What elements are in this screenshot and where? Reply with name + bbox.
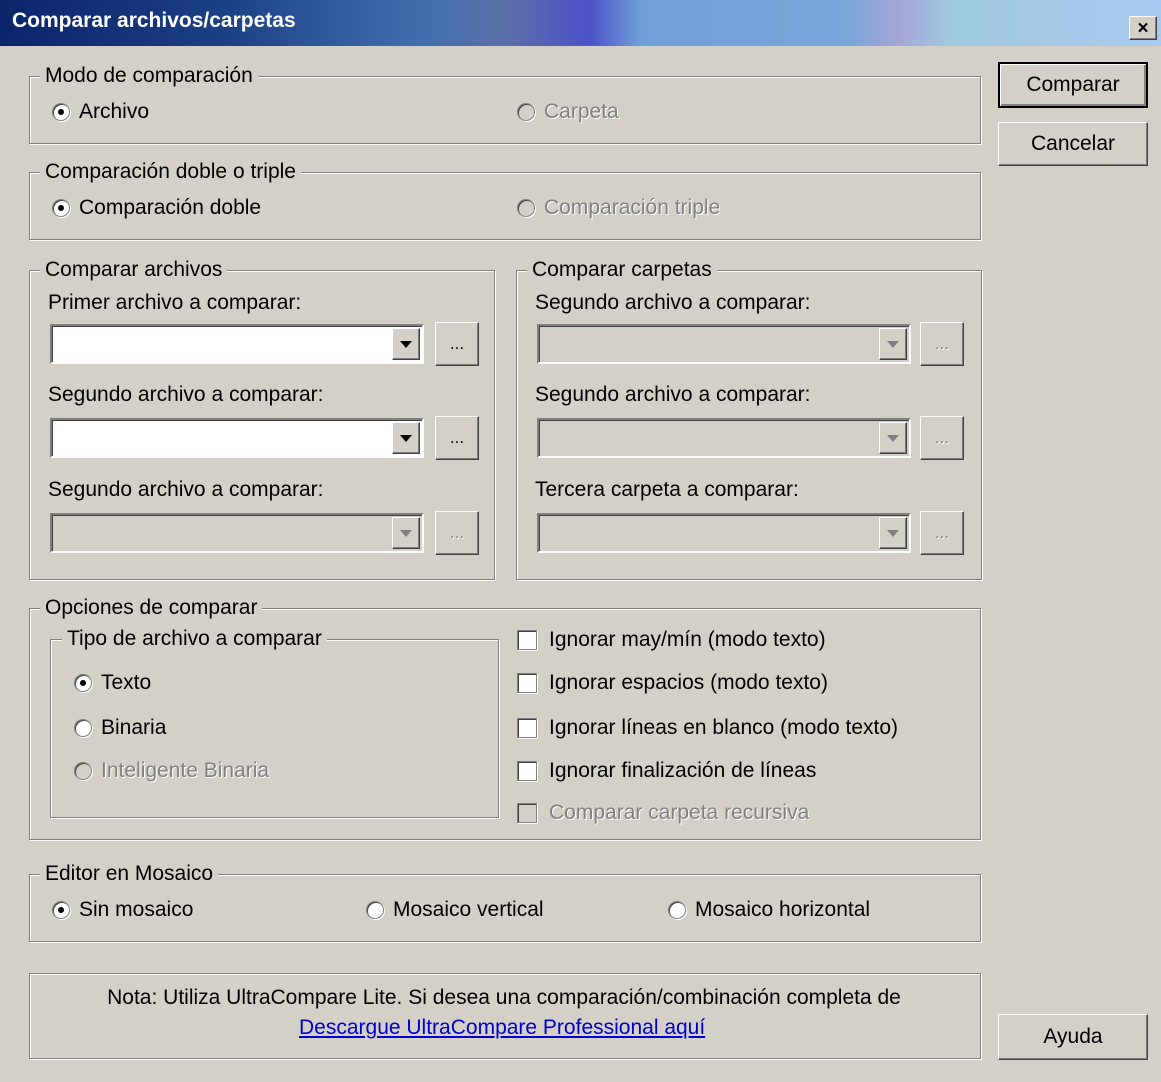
third-folder-label: Tercera carpeta a comparar: [535, 478, 799, 501]
browse-third-file-button[interactable]: ... [435, 511, 479, 555]
third-file-label: Segundo archivo a comparar: [48, 478, 324, 501]
radio-vertical-mosaic-label: Mosaico vertical [393, 898, 544, 921]
close-button[interactable]: × [1129, 16, 1157, 40]
checkbox-recursive-folder-label: Comparar carpeta recursiva [549, 801, 810, 824]
chevron-down-icon[interactable] [392, 517, 420, 549]
third-folder-combo[interactable] [537, 513, 911, 553]
radio-indicator-icon [517, 103, 535, 121]
cancel-button[interactable]: Cancelar [998, 122, 1148, 166]
folder-field-1-combo[interactable] [537, 324, 911, 364]
radio-text[interactable]: Texto [74, 670, 151, 696]
radio-indicator-icon [74, 762, 92, 780]
radio-smart-binary-label: Inteligente Binaria [101, 759, 270, 782]
chevron-down-icon[interactable] [879, 422, 907, 454]
chevron-down-icon[interactable] [392, 328, 420, 360]
double-triple-legend: Comparación doble o triple [40, 159, 301, 185]
radio-binary[interactable]: Binaria [74, 715, 166, 741]
browse-folder-1-button[interactable]: ... [920, 322, 964, 366]
checkbox-ignore-blank-lines[interactable]: Ignorar líneas en blanco (modo texto) [517, 715, 898, 741]
radio-double-label: Comparación doble [79, 196, 262, 219]
radio-horizontal-mosaic-label: Mosaico horizontal [695, 898, 871, 921]
browse-second-file-button[interactable]: ... [435, 416, 479, 460]
radio-indicator-icon [52, 103, 70, 121]
compare-files-legend: Comparar archivos [40, 257, 228, 283]
radio-text-label: Texto [101, 671, 152, 694]
browse-third-folder-button[interactable]: ... [920, 511, 964, 555]
title-bar: Comparar archivos/carpetas × [0, 0, 1161, 46]
compare-button[interactable]: Comparar [998, 62, 1148, 108]
chevron-down-icon[interactable] [879, 328, 907, 360]
browse-folder-2-button[interactable]: ... [920, 416, 964, 460]
second-file-label: Segundo archivo a comparar: [48, 383, 324, 406]
checkbox-ignore-spaces[interactable]: Ignorar espacios (modo texto) [517, 670, 828, 696]
radio-no-mosaic[interactable]: Sin mosaico [52, 897, 193, 923]
close-icon: × [1137, 17, 1149, 39]
radio-folder-label: Carpeta [544, 100, 619, 123]
checkbox-ignore-case-label: Ignorar may/mín (modo texto) [549, 628, 826, 651]
radio-indicator-icon [517, 199, 535, 217]
compare-folders-legend: Comparar carpetas [527, 257, 717, 283]
checkbox-icon [517, 673, 537, 693]
chevron-down-icon[interactable] [879, 517, 907, 549]
radio-triple-label: Comparación triple [544, 196, 721, 219]
browse-first-file-button[interactable]: ... [435, 322, 479, 366]
folder-field-2-label: Segundo archivo a comparar: [535, 383, 811, 406]
window-title: Comparar archivos/carpetas [12, 9, 296, 32]
radio-indicator-icon [668, 901, 686, 919]
radio-double[interactable]: Comparación doble [52, 195, 261, 221]
radio-smart-binary[interactable]: Inteligente Binaria [74, 758, 269, 784]
checkbox-ignore-line-endings[interactable]: Ignorar finalización de líneas [517, 758, 816, 784]
mosaic-legend: Editor en Mosaico [40, 861, 219, 887]
checkbox-icon [517, 718, 537, 738]
download-professional-link[interactable]: Descargue UltraCompare Professional aquí [299, 1015, 705, 1041]
radio-triple[interactable]: Comparación triple [517, 195, 720, 221]
compare-options-legend: Opciones de comparar [40, 595, 263, 621]
radio-indicator-icon [74, 719, 92, 737]
checkbox-recursive-folder[interactable]: Comparar carpeta recursiva [517, 800, 809, 826]
radio-indicator-icon [74, 674, 92, 692]
radio-file-label: Archivo [79, 100, 150, 123]
radio-file[interactable]: Archivo [52, 99, 149, 125]
file-type-legend: Tipo de archivo a comparar [62, 626, 327, 652]
folder-field-1-label: Segundo archivo a comparar: [535, 291, 811, 314]
checkbox-ignore-case[interactable]: Ignorar may/mín (modo texto) [517, 627, 826, 653]
radio-indicator-icon [52, 901, 70, 919]
compare-mode-group: Modo de comparación [29, 63, 981, 144]
third-file-combo[interactable] [50, 513, 424, 553]
second-file-combo[interactable] [50, 418, 424, 458]
radio-indicator-icon [52, 199, 70, 217]
first-file-label: Primer archivo a comparar: [48, 291, 302, 314]
checkbox-icon [517, 761, 537, 781]
radio-horizontal-mosaic[interactable]: Mosaico horizontal [668, 897, 870, 923]
chevron-down-icon[interactable] [392, 422, 420, 454]
folder-field-2-combo[interactable] [537, 418, 911, 458]
help-button[interactable]: Ayuda [998, 1014, 1148, 1060]
radio-indicator-icon [366, 901, 384, 919]
radio-folder[interactable]: Carpeta [517, 99, 619, 125]
checkbox-icon [517, 803, 537, 823]
radio-vertical-mosaic[interactable]: Mosaico vertical [366, 897, 544, 923]
checkbox-ignore-line-endings-label: Ignorar finalización de líneas [549, 759, 817, 782]
checkbox-icon [517, 630, 537, 650]
radio-binary-label: Binaria [101, 716, 167, 739]
checkbox-ignore-spaces-label: Ignorar espacios (modo texto) [549, 671, 828, 694]
radio-no-mosaic-label: Sin mosaico [79, 898, 194, 921]
note-text: Nota: Utiliza UltraCompare Lite. Si dese… [107, 986, 901, 1009]
first-file-combo[interactable] [50, 324, 424, 364]
compare-mode-legend: Modo de comparación [40, 63, 258, 89]
checkbox-ignore-blank-lines-label: Ignorar líneas en blanco (modo texto) [549, 716, 899, 739]
